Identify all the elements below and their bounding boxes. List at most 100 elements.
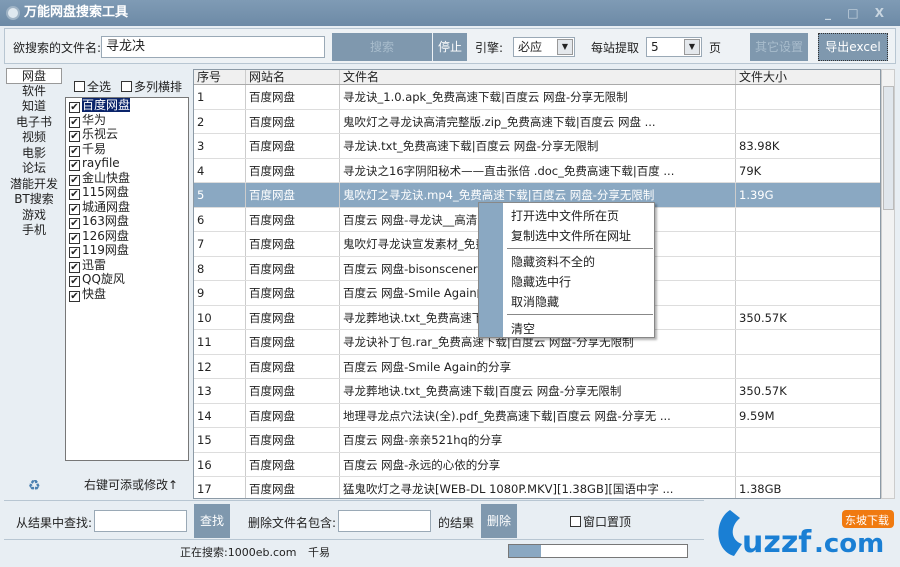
site-item[interactable]: ✔ 金山快盘 bbox=[66, 171, 188, 186]
checkbox-icon[interactable]: ✔ bbox=[69, 276, 80, 287]
column-header[interactable]: 文件名 bbox=[340, 70, 736, 84]
column-header[interactable]: 文件大小 bbox=[736, 70, 880, 84]
checkbox-icon[interactable]: ✔ bbox=[69, 116, 80, 128]
checkbox-icon[interactable]: ✔ bbox=[69, 189, 80, 200]
site-item[interactable]: ✔ 115网盘 bbox=[66, 185, 188, 200]
table-cell: 79K bbox=[739, 163, 762, 178]
delete-input[interactable] bbox=[338, 510, 431, 532]
table-row[interactable]: 4 百度网盘 寻龙诀之16字阴阳秘术——直击张倍 .doc_免费高速下载|百度 ..… bbox=[194, 158, 880, 183]
search-label: 欲搜索的文件名: bbox=[13, 41, 102, 55]
table-cell: 百度网盘 bbox=[246, 428, 340, 452]
table-cell: 4 bbox=[194, 158, 246, 182]
checkbox-icon[interactable]: ✔ bbox=[69, 203, 80, 215]
category-item[interactable]: 游戏 bbox=[6, 208, 62, 224]
table-cell: 15 bbox=[194, 428, 246, 452]
category-item[interactable]: 手机 bbox=[6, 223, 62, 239]
category-item[interactable]: 软件 bbox=[6, 84, 62, 100]
column-header[interactable]: 序号 bbox=[194, 70, 246, 84]
close-button[interactable]: X bbox=[875, 6, 890, 20]
checkbox-icon[interactable]: ✔ bbox=[69, 131, 80, 142]
delete-button[interactable]: 删除 bbox=[481, 504, 517, 538]
site-item[interactable]: ✔ 163网盘 bbox=[66, 214, 188, 229]
multi-column-checkbox[interactable]: 多列横排 bbox=[121, 78, 182, 95]
site-item[interactable]: ✔ QQ旋风 bbox=[66, 272, 188, 287]
table-row[interactable]: 12 百度网盘 百度云 网盘-Smile Again的分享 bbox=[194, 354, 880, 379]
engine-label: 引擎: bbox=[475, 41, 504, 55]
category-item[interactable]: 知道 bbox=[6, 99, 62, 115]
search-button[interactable]: 搜索 bbox=[332, 33, 432, 61]
category-item[interactable]: 网盘 bbox=[6, 68, 62, 84]
table-row[interactable]: 15 百度网盘 百度云 网盘-亲亲521hq的分享 bbox=[194, 428, 880, 453]
per-site-select[interactable]: 5 ▼ bbox=[646, 37, 702, 57]
site-item[interactable]: ✔ 119网盘 bbox=[66, 243, 188, 258]
checkbox-icon[interactable]: ✔ bbox=[69, 290, 80, 302]
site-item[interactable]: ✔ 千易 bbox=[66, 142, 188, 157]
category-item[interactable]: 电影 bbox=[6, 146, 62, 162]
table-row[interactable]: 16 百度网盘 百度云 网盘-永远的心依的分享 bbox=[194, 452, 880, 477]
maximize-button[interactable]: □ bbox=[847, 6, 864, 20]
site-item[interactable]: ✔ 126网盘 bbox=[66, 229, 188, 244]
window-title: 万能网盘搜索工具 bbox=[24, 5, 129, 20]
table-cell: 百度网盘 bbox=[246, 158, 340, 182]
search-progress-bar bbox=[508, 544, 688, 558]
menu-item-copy-url[interactable]: 复制选中文件所在网址 bbox=[511, 227, 631, 244]
table-cell: 2 bbox=[194, 109, 246, 133]
category-item[interactable]: 论坛 bbox=[6, 161, 62, 177]
menu-item-clear[interactable]: 清空 bbox=[511, 320, 535, 337]
find-input[interactable] bbox=[94, 510, 187, 532]
checkbox-icon[interactable]: ✔ bbox=[69, 174, 80, 186]
uzzf-logo-icon: uzzf .com 东坡下载 bbox=[718, 510, 894, 560]
site-item[interactable]: ✔ 百度网盘 bbox=[66, 98, 188, 113]
other-settings-button[interactable]: 其它设置 bbox=[750, 33, 808, 61]
site-item[interactable]: ✔ 快盘 bbox=[66, 287, 188, 302]
table-cell: 1 bbox=[194, 85, 246, 109]
category-item[interactable]: 视频 bbox=[6, 130, 62, 146]
stop-button[interactable]: 停止 bbox=[433, 33, 467, 61]
topmost-checkbox[interactable]: 窗口置顶 bbox=[570, 513, 631, 530]
checkbox-icon[interactable]: ✔ bbox=[69, 102, 80, 113]
category-item[interactable]: 电子书 bbox=[6, 115, 62, 131]
checkbox-icon[interactable]: ✔ bbox=[69, 261, 80, 273]
table-row[interactable]: 1 百度网盘 寻龙诀_1.0.apk_免费高速下载|百度云 网盘-分享无限制 bbox=[194, 85, 880, 110]
table-row[interactable]: 3 百度网盘 寻龙诀.txt_免费高速下载|百度云 网盘-分享无限制 83.98K bbox=[194, 134, 880, 159]
select-all-checkbox[interactable]: 全选 bbox=[74, 78, 111, 95]
category-item[interactable]: 潜能开发 bbox=[6, 177, 62, 193]
site-item[interactable]: ✔ 迅雷 bbox=[66, 258, 188, 273]
table-cell: 百度云 网盘-Smile Again的分享 bbox=[340, 354, 736, 378]
site-hint: 右键可添或修改↑ bbox=[84, 478, 179, 492]
svg-text:.com: .com bbox=[814, 529, 884, 559]
checkbox-icon[interactable]: ✔ bbox=[69, 247, 80, 258]
per-site-value: 5 bbox=[651, 40, 659, 54]
table-cell: 350.57K bbox=[739, 310, 787, 325]
engine-select[interactable]: 必应 ▼ bbox=[513, 37, 575, 57]
site-name: 百度网盘 bbox=[82, 98, 131, 112]
checkbox-icon[interactable]: ✔ bbox=[69, 218, 80, 229]
table-cell bbox=[736, 110, 880, 134]
site-item[interactable]: ✔ 城通网盘 bbox=[66, 200, 188, 215]
menu-item-hide-incomplete[interactable]: 隐藏资料不全的 bbox=[511, 253, 595, 270]
site-item[interactable]: ✔ 华为 bbox=[66, 113, 188, 128]
search-input[interactable]: 寻龙决 bbox=[101, 36, 325, 58]
menu-item-open-page[interactable]: 打开选中文件所在页 bbox=[511, 207, 619, 224]
table-row[interactable]: 14 百度网盘 地理寻龙点穴法诀(全).pdf_免费高速下载|百度云 网盘-分享无 … bbox=[194, 403, 880, 428]
minimize-button[interactable]: _ bbox=[825, 6, 837, 20]
checkbox-icon[interactable]: ✔ bbox=[69, 232, 80, 244]
table-row[interactable]: 13 百度网盘 寻龙葬地诀.txt_免费高速下载|百度云 网盘-分享无限制 350.5… bbox=[194, 379, 880, 404]
site-item[interactable]: ✔ 乐视云 bbox=[66, 127, 188, 142]
recycle-icon[interactable]: ♻ bbox=[28, 478, 41, 494]
menu-item-hide-selected[interactable]: 隐藏选中行 bbox=[511, 273, 571, 290]
table-row[interactable]: 2 百度网盘 鬼吹灯之寻龙诀高清完整版.zip_免费高速下载|百度云 网盘 ... bbox=[194, 109, 880, 134]
table-cell: 寻龙诀之16字阴阳秘术——直击张倍 .doc_免费高速下载|百度 ... bbox=[340, 158, 736, 182]
menu-item-unhide[interactable]: 取消隐藏 bbox=[511, 293, 559, 310]
checkbox-icon[interactable]: ✔ bbox=[69, 145, 80, 157]
export-excel-button[interactable]: 导出excel bbox=[818, 33, 888, 61]
table-row[interactable]: 17 百度网盘 猛鬼吹灯之寻龙诀[WEB-DL 1080P.MKV][1.38GB]… bbox=[194, 477, 880, 498]
site-item[interactable]: ✔ rayfile bbox=[66, 156, 188, 171]
find-button[interactable]: 查找 bbox=[194, 504, 230, 538]
vertical-scrollbar[interactable] bbox=[881, 69, 895, 499]
site-name: 华为 bbox=[82, 112, 107, 127]
category-item[interactable]: BT搜索 bbox=[6, 192, 62, 208]
scrollbar-thumb[interactable] bbox=[883, 86, 894, 210]
checkbox-icon[interactable]: ✔ bbox=[69, 160, 80, 171]
column-header[interactable]: 网站名 bbox=[246, 70, 340, 84]
